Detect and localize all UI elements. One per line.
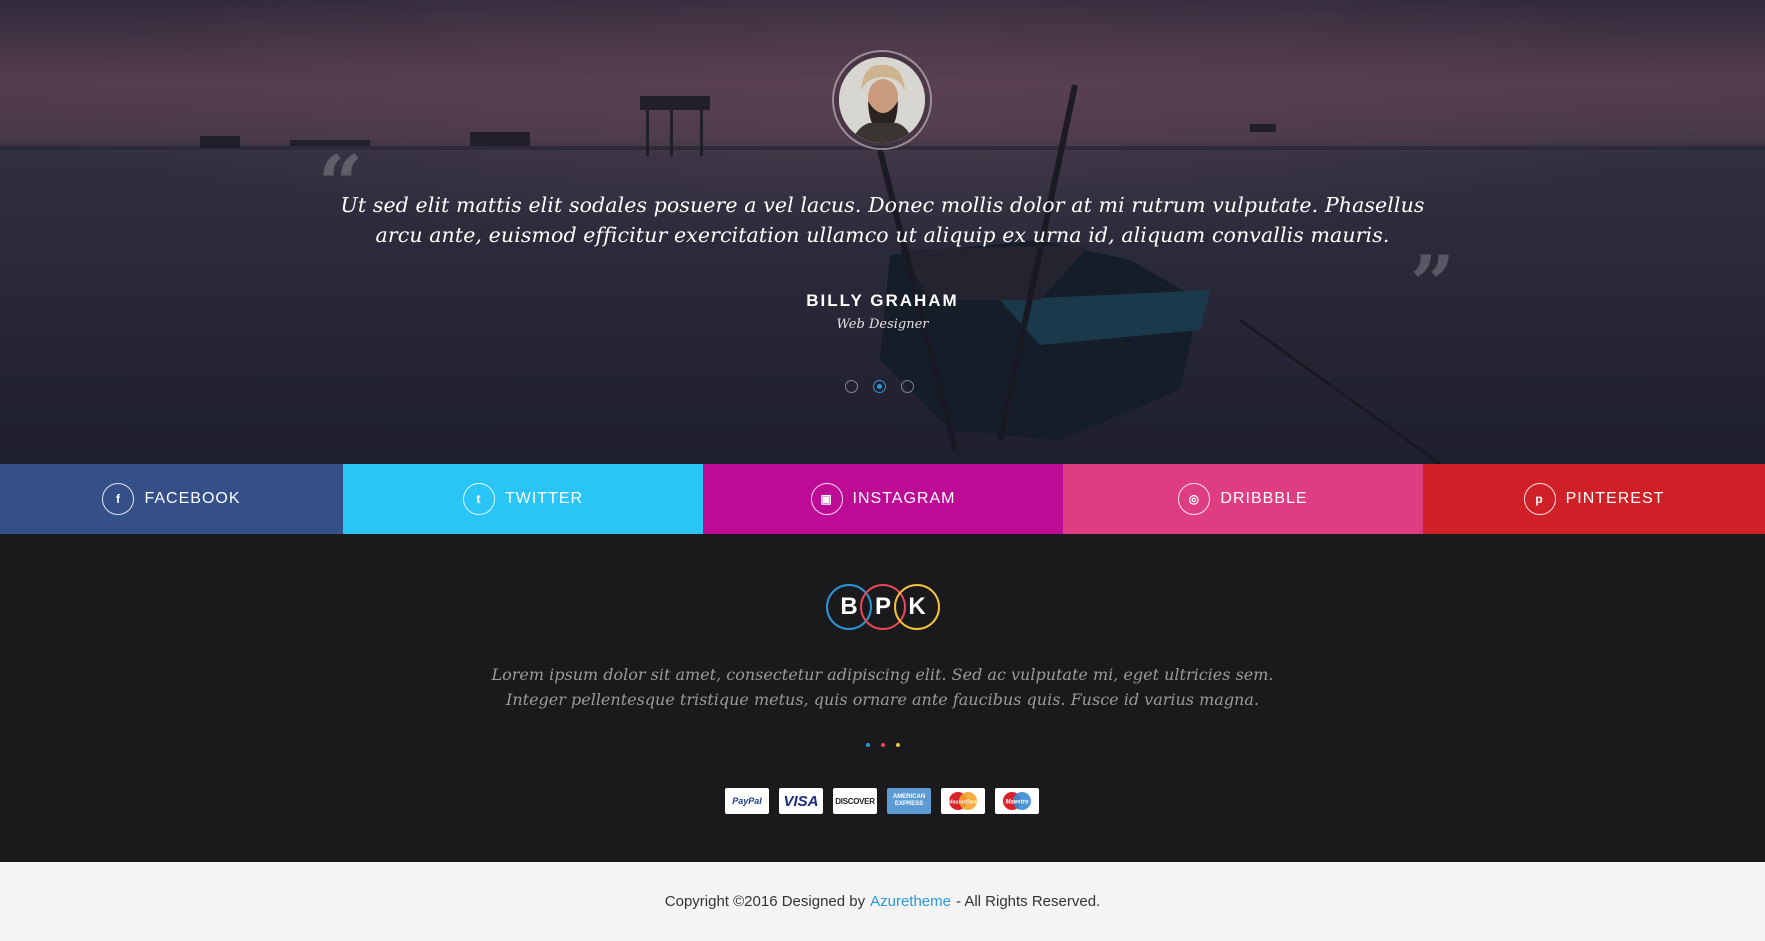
- twitter-label: TWITTER: [504, 490, 584, 507]
- author-name: BILLY GRAHAM: [806, 291, 959, 310]
- dribbble-label: DRIBBBLE: [1220, 490, 1308, 507]
- divider-dot-red: [881, 743, 885, 747]
- testimonial-quote: Ut sed elit mattis elit sodales posuere …: [340, 193, 1425, 247]
- maestro-icon: Maestro: [995, 788, 1039, 814]
- visa-icon: VISA: [779, 788, 823, 814]
- footer-description: Lorem ipsum dolor sit amet, consectetur …: [491, 665, 1274, 709]
- pinterest-icon: p: [1523, 483, 1556, 515]
- svg-text:MasterCard: MasterCard: [948, 800, 979, 806]
- carousel-pagination: [845, 380, 914, 393]
- svg-text:Maestro: Maestro: [1005, 800, 1028, 806]
- discover-icon: DISCOVER: [833, 788, 877, 814]
- paypal-icon: PayPal: [725, 788, 769, 814]
- facebook-icon: f: [102, 483, 135, 515]
- twitter-link[interactable]: t TWITTER: [343, 464, 703, 534]
- author-role: Web Designer: [836, 317, 929, 332]
- copyright-bar: Copyright ©2016 Designed by Azuretheme -…: [0, 862, 1765, 941]
- instagram-label: INSTAGRAM: [852, 490, 956, 507]
- dribbble-icon: ◎: [1178, 483, 1211, 515]
- pinterest-label: PINTEREST: [1565, 490, 1665, 507]
- american-express-icon: AMERICAN EXPRESS: [887, 788, 931, 814]
- facebook-label: FACEBOOK: [144, 490, 241, 507]
- payment-methods: PayPal VISA DISCOVER AMERICAN EXPRESS Ma…: [725, 788, 1039, 814]
- copyright-prefix: Copyright ©2016 Designed by: [664, 893, 866, 910]
- logo-ring-k: K: [894, 584, 940, 630]
- carousel-dot-3[interactable]: [901, 380, 914, 393]
- close-quote-icon: ”: [1410, 239, 1455, 330]
- person-portrait-icon: [839, 57, 925, 143]
- testimonial-slide: “ Ut sed elit mattis elit sodales posuer…: [0, 0, 1765, 464]
- facebook-link[interactable]: f FACEBOOK: [0, 464, 343, 534]
- site-logo[interactable]: B P K: [826, 584, 940, 630]
- footer: B P K Lorem ipsum dolor sit amet, consec…: [0, 534, 1765, 862]
- mastercard-icon: MasterCard: [941, 788, 985, 814]
- carousel-dot-2[interactable]: [873, 380, 886, 393]
- avatar: [832, 50, 932, 150]
- pinterest-link[interactable]: p PINTEREST: [1423, 464, 1765, 534]
- azuretheme-link[interactable]: Azuretheme: [870, 893, 951, 910]
- carousel-dot-1[interactable]: [845, 380, 858, 393]
- divider-dot-yellow: [896, 743, 900, 747]
- divider-dots: [866, 743, 900, 747]
- twitter-icon: t: [462, 483, 495, 515]
- copyright-suffix: - All Rights Reserved.: [955, 893, 1101, 910]
- instagram-link[interactable]: ▣ INSTAGRAM: [703, 464, 1063, 534]
- social-links-bar: f FACEBOOK t TWITTER ▣ INSTAGRAM ◎ DRIBB…: [0, 464, 1765, 534]
- divider-dot-blue: [866, 743, 870, 747]
- testimonial-section: “ Ut sed elit mattis elit sodales posuer…: [0, 0, 1765, 464]
- instagram-icon: ▣: [810, 483, 843, 515]
- dribbble-link[interactable]: ◎ DRIBBBLE: [1063, 464, 1423, 534]
